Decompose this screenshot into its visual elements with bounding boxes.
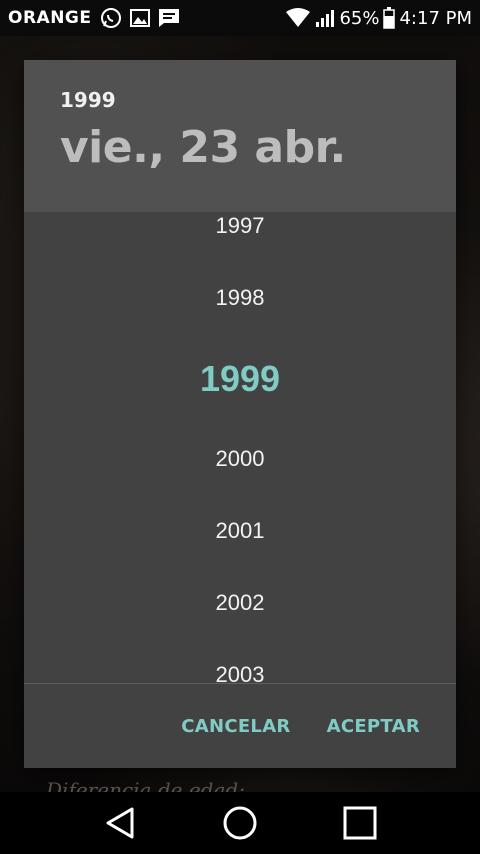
signal-icon — [315, 8, 335, 28]
back-icon[interactable] — [96, 799, 144, 847]
year-item[interactable]: 2002 — [24, 589, 456, 617]
dialog-actions: CANCELAR ACEPTAR — [24, 684, 456, 768]
cancel-button[interactable]: CANCELAR — [181, 716, 290, 737]
battery-icon — [383, 7, 396, 29]
year-list[interactable]: 1997 1998 1999 2000 2001 2002 2003 — [24, 212, 456, 683]
year-item[interactable]: 1998 — [24, 284, 456, 312]
year-item[interactable]: 2000 — [24, 445, 456, 473]
status-bar: ORANGE 65% 4:17 PM — [0, 0, 480, 36]
home-icon[interactable] — [216, 799, 264, 847]
header-year[interactable]: 1999 — [60, 88, 420, 112]
wifi-icon — [285, 8, 311, 28]
recents-icon[interactable] — [336, 799, 384, 847]
year-item[interactable]: 2003 — [24, 661, 456, 683]
year-item[interactable]: 2001 — [24, 517, 456, 545]
year-item-selected[interactable]: 1999 — [24, 359, 456, 399]
navigation-bar — [0, 792, 480, 854]
dialog-header: 1999 vie., 23 abr. — [24, 60, 456, 212]
accept-button[interactable]: ACEPTAR — [327, 716, 420, 737]
carrier-label: ORANGE — [8, 8, 92, 28]
header-date[interactable]: vie., 23 abr. — [60, 122, 420, 173]
message-icon — [158, 8, 180, 28]
whatsapp-icon — [100, 7, 122, 29]
battery-percent: 65% — [339, 7, 380, 29]
image-icon — [129, 9, 150, 27]
year-item[interactable]: 1997 — [24, 212, 456, 240]
date-picker-dialog: 1999 vie., 23 abr. 1997 1998 1999 2000 2… — [24, 60, 456, 768]
clock: 4:17 PM — [399, 7, 472, 29]
